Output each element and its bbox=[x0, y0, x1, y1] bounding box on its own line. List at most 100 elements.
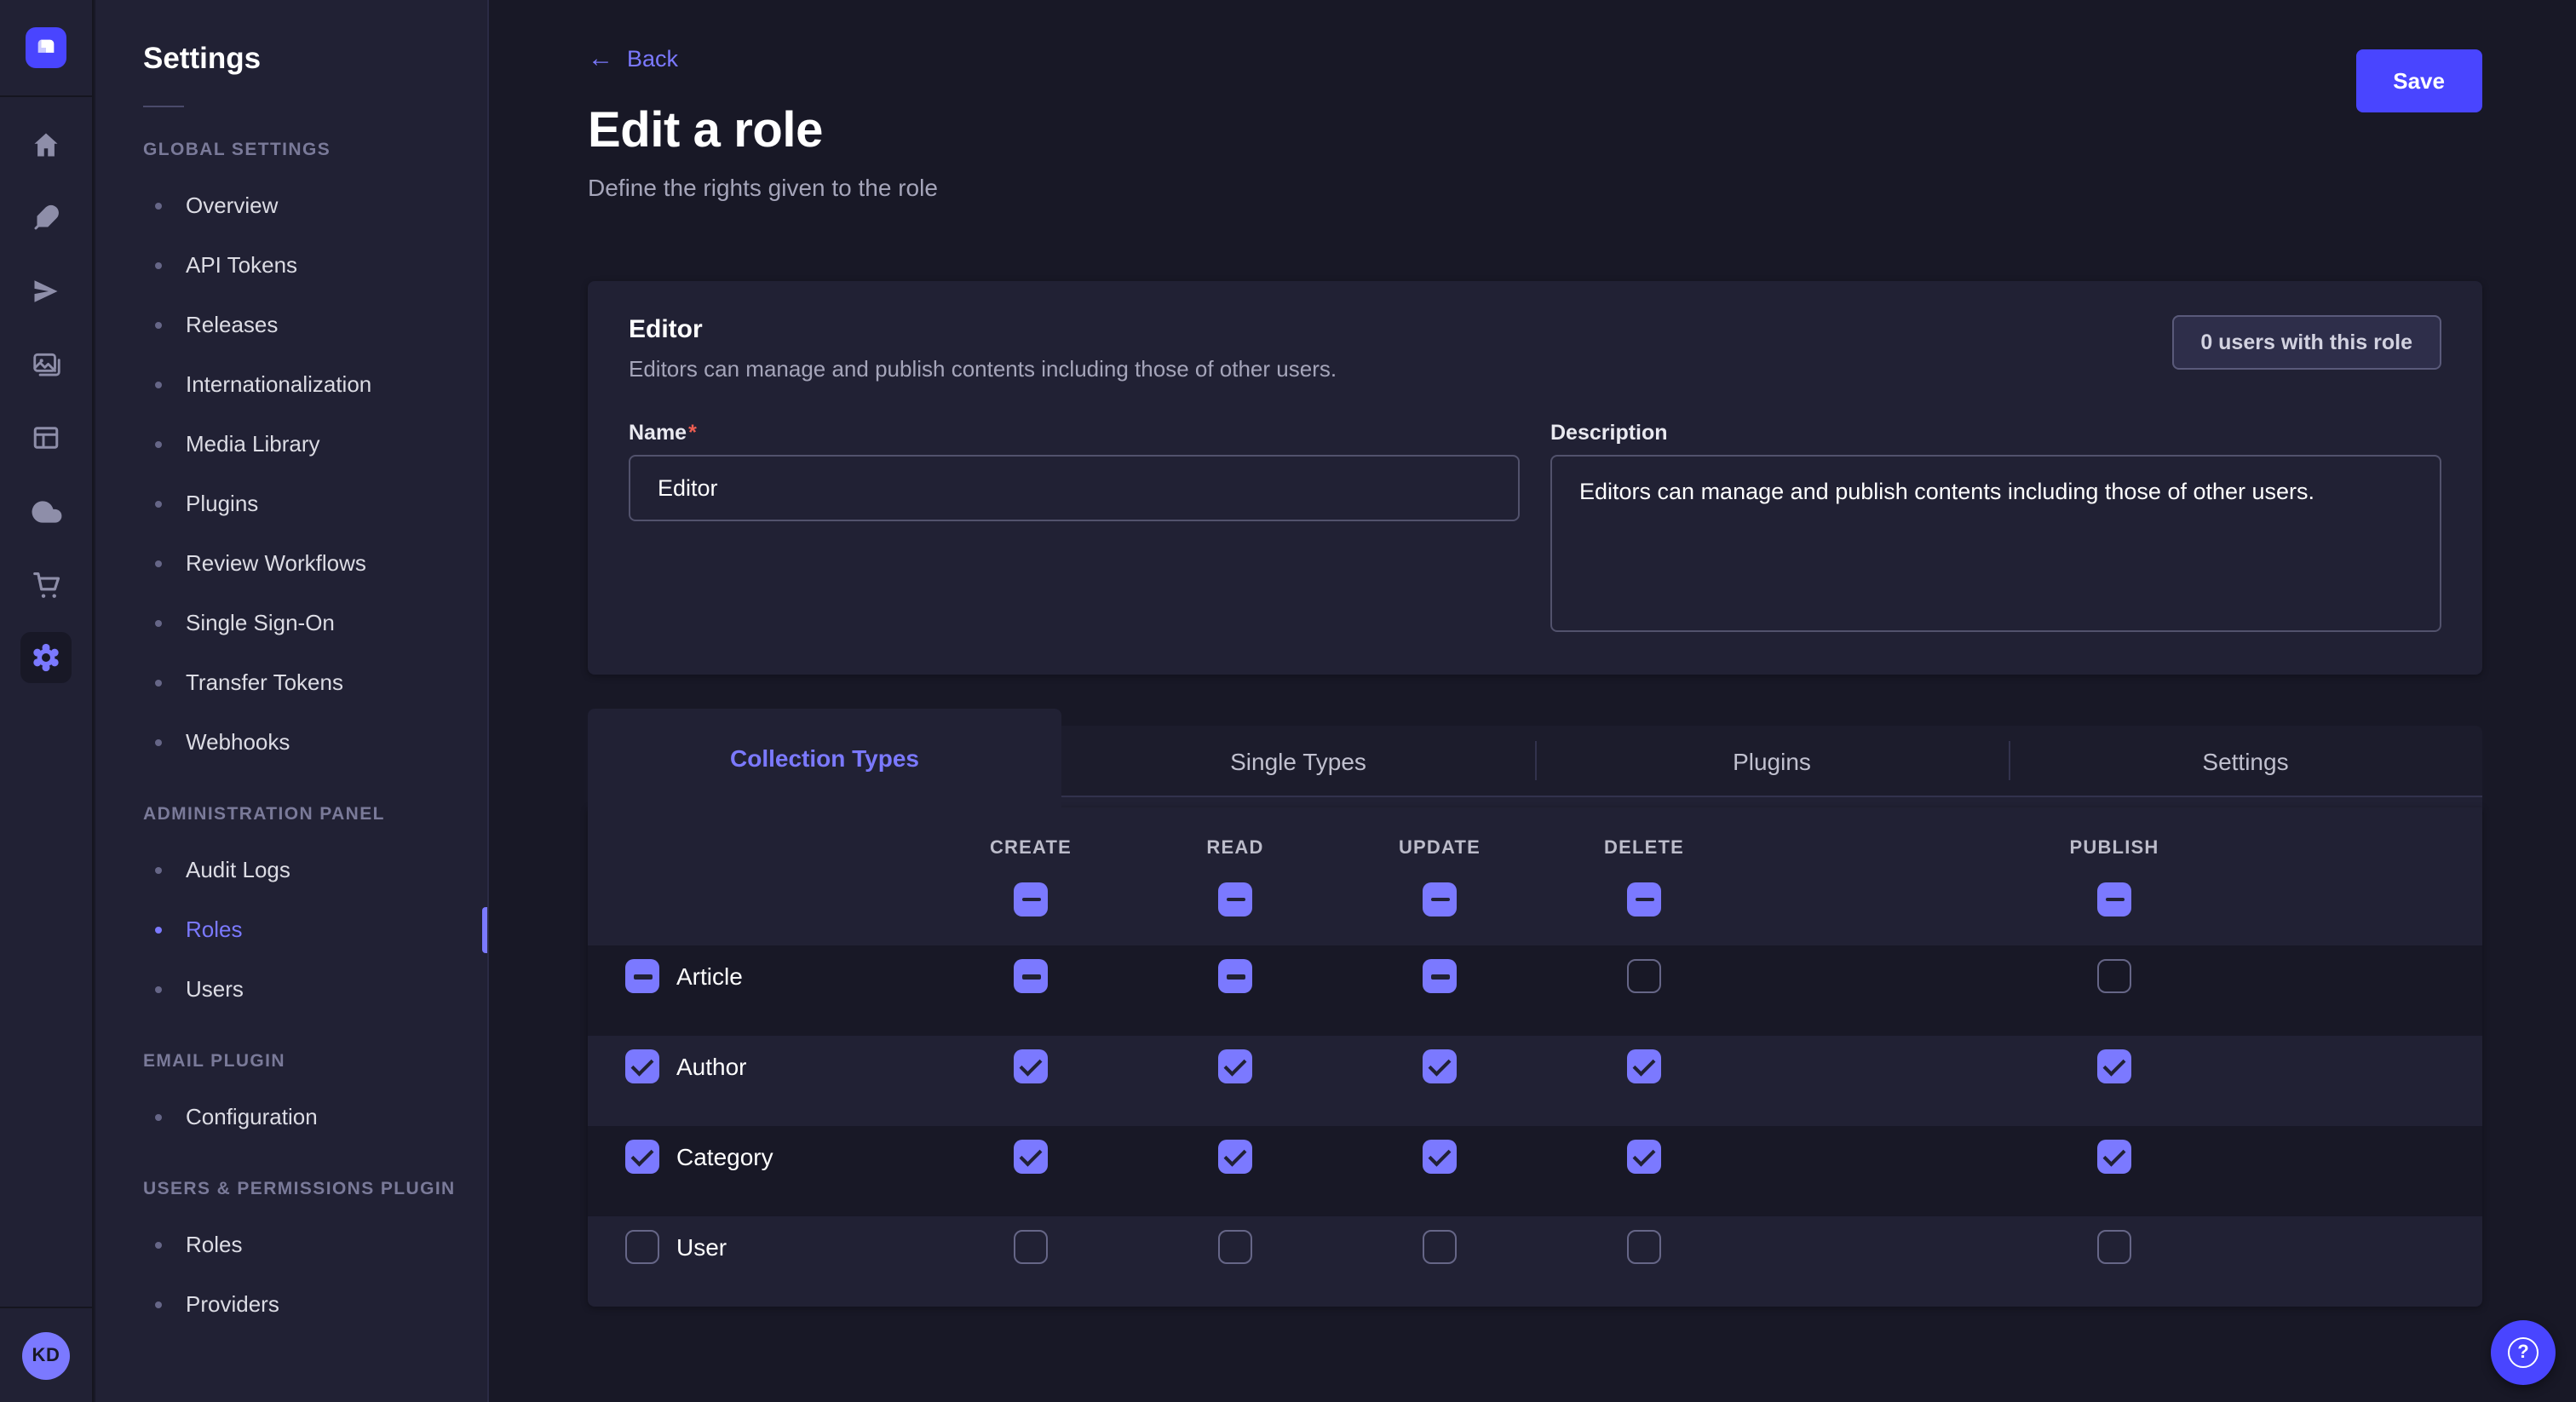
select-all-delete-checkbox[interactable] bbox=[1627, 882, 1661, 916]
permission-cell bbox=[1133, 960, 1337, 994]
permission-cell bbox=[1542, 1050, 1746, 1084]
settings-sidebar: Settings GLOBAL SETTINGSOverviewAPI Toke… bbox=[95, 0, 489, 1402]
tab-settings[interactable]: Settings bbox=[2009, 726, 2482, 797]
cloud-icon[interactable] bbox=[30, 496, 62, 526]
sidebar-item-plugins[interactable]: Plugins bbox=[95, 474, 487, 533]
author-publish-checkbox[interactable] bbox=[2097, 1050, 2131, 1084]
select-all-cell bbox=[929, 882, 1133, 916]
role-details-card: Editor Editors can manage and publish co… bbox=[588, 281, 2482, 675]
sidebar-item-label: Webhooks bbox=[186, 729, 290, 755]
column-header-read: READ bbox=[1133, 838, 1337, 859]
article-delete-checkbox[interactable] bbox=[1627, 960, 1661, 994]
sidebar-section-list: Roles Providers bbox=[95, 1215, 487, 1334]
role-description-textarea[interactable]: Editors can manage and publish contents … bbox=[1550, 455, 2441, 632]
settings-gear-icon[interactable] bbox=[20, 632, 72, 683]
sidebar-item-label: Roles bbox=[186, 916, 243, 942]
bullet-dot-icon bbox=[155, 1301, 162, 1307]
bullet-dot-icon bbox=[155, 560, 162, 566]
tab-collection-types[interactable]: Collection Types bbox=[588, 709, 1061, 807]
main-content: ← Back Edit a role Define the rights giv… bbox=[491, 0, 2576, 1402]
sidebar-item-roles[interactable]: Roles bbox=[95, 899, 487, 959]
sidebar-item-overview[interactable]: Overview bbox=[95, 175, 487, 235]
sidebar-item-label: Roles bbox=[186, 1232, 243, 1257]
author-row-checkbox[interactable] bbox=[625, 1050, 659, 1084]
bullet-dot-icon bbox=[155, 1113, 162, 1120]
help-button[interactable]: ? bbox=[2491, 1320, 2556, 1385]
row-label: User bbox=[676, 1234, 727, 1261]
sidebar-item-audit-logs[interactable]: Audit Logs bbox=[95, 840, 487, 899]
sidebar-title-divider bbox=[143, 106, 184, 107]
role-title: Editor bbox=[629, 315, 1337, 344]
user-row-checkbox[interactable] bbox=[625, 1231, 659, 1265]
sidebar-item-single-sign-on[interactable]: Single Sign-On bbox=[95, 593, 487, 652]
page-subtitle: Define the rights given to the role bbox=[588, 174, 2482, 201]
category-create-checkbox[interactable] bbox=[1014, 1141, 1048, 1175]
select-all-publish-checkbox[interactable] bbox=[2097, 882, 2131, 916]
sidebar-section-list: Configuration bbox=[95, 1087, 487, 1146]
sidebar-item-providers[interactable]: Providers bbox=[95, 1274, 487, 1334]
article-read-checkbox[interactable] bbox=[1218, 960, 1252, 994]
row-name-cell: Author bbox=[588, 1050, 929, 1084]
sidebar-section-list: Audit Logs Roles Users bbox=[95, 840, 487, 1019]
author-read-checkbox[interactable] bbox=[1218, 1050, 1252, 1084]
sidebar-item-review-workflows[interactable]: Review Workflows bbox=[95, 533, 487, 593]
media-library-icon[interactable] bbox=[30, 349, 62, 380]
strapi-logo[interactable] bbox=[26, 27, 66, 68]
permission-row-category: Category bbox=[588, 1126, 2482, 1216]
arrow-left-icon: ← bbox=[588, 46, 613, 72]
back-link[interactable]: ← Back bbox=[588, 46, 678, 72]
user-avatar[interactable]: KD bbox=[22, 1331, 70, 1379]
sidebar-item-roles[interactable]: Roles bbox=[95, 1215, 487, 1274]
article-update-checkbox[interactable] bbox=[1423, 960, 1457, 994]
icon-rail: KD bbox=[0, 0, 94, 1402]
article-row-checkbox[interactable] bbox=[625, 960, 659, 994]
user-create-checkbox[interactable] bbox=[1014, 1231, 1048, 1265]
select-all-update-checkbox[interactable] bbox=[1423, 882, 1457, 916]
sidebar-item-users[interactable]: Users bbox=[95, 959, 487, 1019]
category-read-checkbox[interactable] bbox=[1218, 1141, 1252, 1175]
bullet-dot-icon bbox=[155, 866, 162, 873]
article-create-checkbox[interactable] bbox=[1014, 960, 1048, 994]
sidebar-section-list: OverviewAPI TokensReleasesInternationali… bbox=[95, 175, 487, 772]
pen-icon[interactable] bbox=[31, 203, 61, 233]
role-name-input[interactable] bbox=[629, 455, 1520, 521]
sidebar-item-releases[interactable]: Releases bbox=[95, 295, 487, 354]
sidebar-item-media-library[interactable]: Media Library bbox=[95, 414, 487, 474]
tab-single-types[interactable]: Single Types bbox=[1061, 726, 1535, 797]
sidebar-item-webhooks[interactable]: Webhooks bbox=[95, 712, 487, 772]
home-icon[interactable] bbox=[31, 129, 61, 160]
author-delete-checkbox[interactable] bbox=[1627, 1050, 1661, 1084]
sidebar-item-internationalization[interactable]: Internationalization bbox=[95, 354, 487, 414]
category-row-checkbox[interactable] bbox=[625, 1141, 659, 1175]
column-header-create: CREATE bbox=[929, 838, 1133, 859]
sidebar-item-label: Transfer Tokens bbox=[186, 669, 343, 695]
tab-plugins[interactable]: Plugins bbox=[1535, 726, 2009, 797]
author-create-checkbox[interactable] bbox=[1014, 1050, 1048, 1084]
category-delete-checkbox[interactable] bbox=[1627, 1141, 1661, 1175]
user-delete-checkbox[interactable] bbox=[1627, 1231, 1661, 1265]
sidebar-item-label: Providers bbox=[186, 1291, 279, 1317]
user-publish-checkbox[interactable] bbox=[2097, 1231, 2131, 1265]
bullet-dot-icon bbox=[155, 381, 162, 388]
marketplace-cart-icon[interactable] bbox=[30, 569, 62, 600]
author-update-checkbox[interactable] bbox=[1423, 1050, 1457, 1084]
send-icon[interactable] bbox=[31, 276, 61, 307]
layout-icon[interactable] bbox=[31, 422, 61, 453]
article-publish-checkbox[interactable] bbox=[2097, 960, 2131, 994]
category-update-checkbox[interactable] bbox=[1423, 1141, 1457, 1175]
bullet-dot-icon bbox=[155, 1241, 162, 1248]
sidebar-item-transfer-tokens[interactable]: Transfer Tokens bbox=[95, 652, 487, 712]
category-publish-checkbox[interactable] bbox=[2097, 1141, 2131, 1175]
sidebar-item-api-tokens[interactable]: API Tokens bbox=[95, 235, 487, 295]
select-all-read-checkbox[interactable] bbox=[1218, 882, 1252, 916]
sidebar-item-configuration[interactable]: Configuration bbox=[95, 1087, 487, 1146]
column-header-publish: PUBLISH bbox=[1746, 838, 2482, 859]
save-button[interactable]: Save bbox=[2355, 49, 2482, 112]
row-name-cell: Category bbox=[588, 1141, 929, 1175]
select-all-create-checkbox[interactable] bbox=[1014, 882, 1048, 916]
user-update-checkbox[interactable] bbox=[1423, 1231, 1457, 1265]
row-name-cell: Article bbox=[588, 960, 929, 994]
name-field-label: Name* bbox=[629, 421, 1520, 445]
permission-cell bbox=[929, 960, 1133, 994]
user-read-checkbox[interactable] bbox=[1218, 1231, 1252, 1265]
